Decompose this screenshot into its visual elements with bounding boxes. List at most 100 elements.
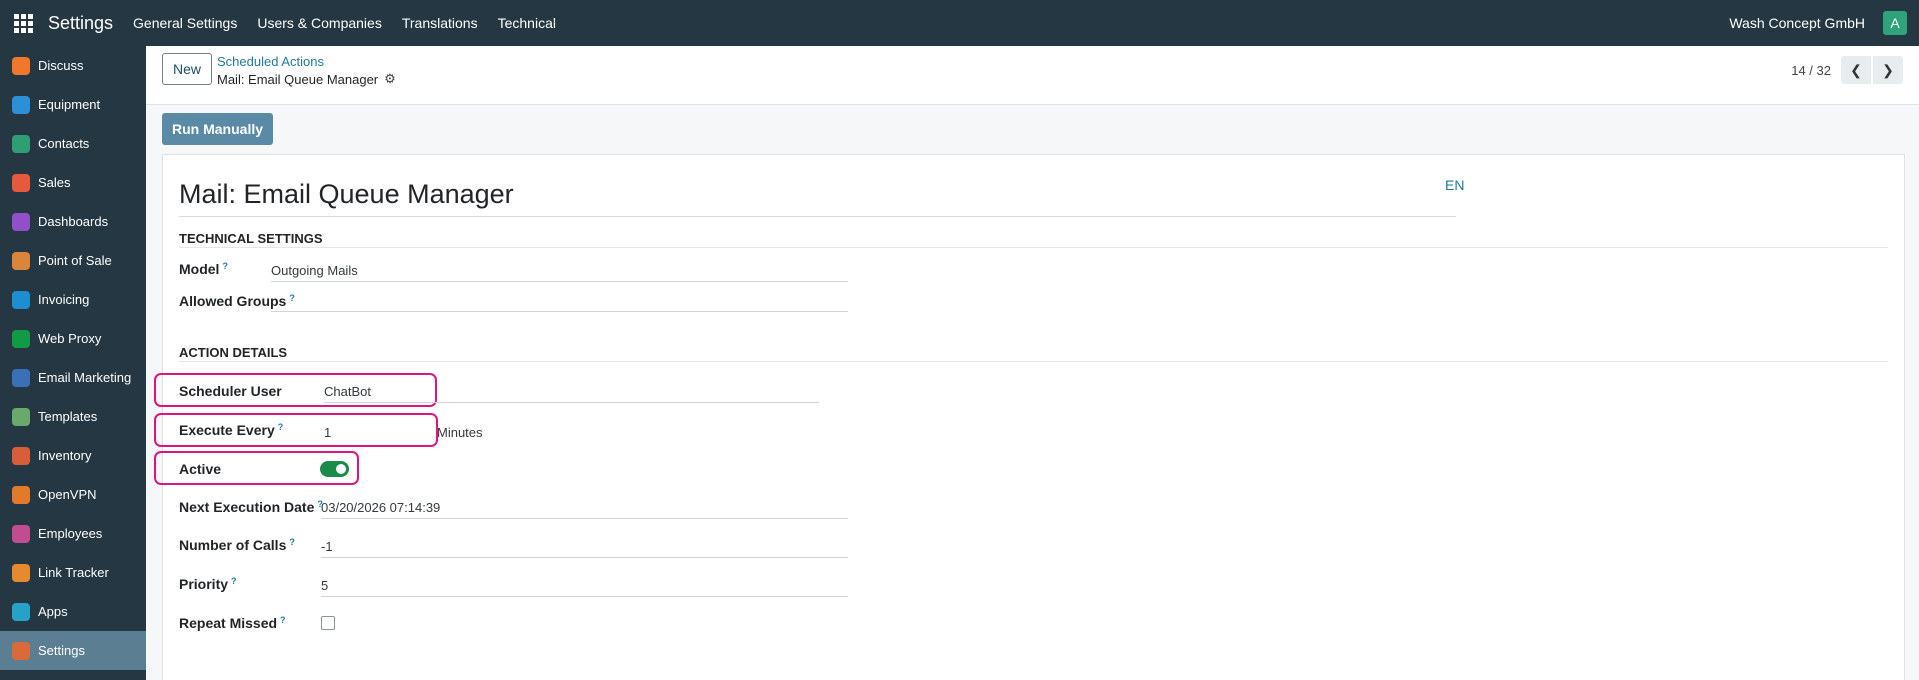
top-menu: General Settings Users & Companies Trans… (133, 15, 576, 31)
allowed-groups-field[interactable] (271, 290, 848, 312)
sidebar-item-equipment[interactable]: Equipment (0, 85, 146, 124)
menu-users-companies[interactable]: Users & Companies (257, 15, 382, 31)
sidebar-item-link-tracker[interactable]: Link Tracker (0, 553, 146, 592)
menu-translations[interactable]: Translations (402, 15, 478, 31)
sidebar-item-openvpn[interactable]: OpenVPN (0, 475, 146, 514)
gear-icon[interactable]: ⚙ (384, 71, 396, 87)
execute-every-number-field[interactable]: 1 (324, 422, 424, 444)
technical-settings-heading: TECHNICAL SETTINGS (179, 231, 323, 246)
menu-general-settings[interactable]: General Settings (133, 15, 237, 31)
priority-field[interactable]: 5 (321, 575, 848, 597)
repeat-missed-label-text: Repeat Missed (179, 615, 278, 631)
sidebar-item-discuss[interactable]: Discuss (0, 46, 146, 85)
next-execution-date-field[interactable]: 03/20/2026 07:14:39 (321, 497, 848, 519)
model-label-text: Model (179, 261, 220, 277)
inventory-icon (12, 446, 30, 465)
help-icon[interactable]: ? (280, 615, 286, 625)
email-marketing-icon (12, 368, 30, 387)
breadcrumb-current: Mail: Email Queue Manager ⚙ (217, 71, 396, 87)
control-panel: New Scheduled Actions Mail: Email Queue … (146, 46, 1919, 105)
pager-value[interactable]: 14 / 32 (1791, 63, 1831, 78)
next-execution-date-label-text: Next Execution Date (179, 499, 315, 515)
sidebar-item-sales[interactable]: Sales (0, 163, 146, 202)
sidebar-item-label: Templates (38, 409, 98, 424)
user-avatar[interactable]: A (1883, 11, 1907, 35)
sidebar-item-apps[interactable]: Apps (0, 592, 146, 631)
apps-icon (12, 602, 30, 621)
repeat-missed-checkbox[interactable] (321, 616, 335, 630)
number-of-calls-label: Number of Calls? (179, 537, 295, 553)
sidebar-item-label: Inventory (38, 448, 92, 463)
priority-label: Priority? (179, 576, 237, 592)
top-navbar: Settings General Settings Users & Compan… (0, 0, 1919, 46)
sidebar-item-point-of-sale[interactable]: Point of Sale (0, 241, 146, 280)
chevron-right-icon: ❯ (1882, 61, 1894, 78)
openvpn-icon (12, 485, 30, 504)
sidebar-item-templates[interactable]: Templates (0, 397, 146, 436)
company-switcher[interactable]: Wash Concept GmbH (1729, 15, 1865, 31)
invoicing-icon (12, 290, 30, 309)
form-sheet: Mail: Email Queue Manager EN TECHNICAL S… (154, 154, 1905, 680)
sidebar-item-contacts[interactable]: Contacts (0, 124, 146, 163)
scheduler-user-field[interactable]: ChatBot (324, 381, 819, 403)
action-details-heading: ACTION DETAILS (179, 345, 288, 360)
run-manually-button[interactable]: Run Manually (162, 113, 274, 145)
number-of-calls-label-text: Number of Calls (179, 537, 287, 553)
sidebar-item-label: Point of Sale (38, 253, 112, 268)
help-icon[interactable]: ? (222, 261, 228, 271)
help-icon[interactable]: ? (231, 576, 237, 586)
section-divider (179, 361, 1888, 362)
repeat-missed-label: Repeat Missed? (179, 615, 286, 631)
sidebar-item-inventory[interactable]: Inventory (0, 436, 146, 475)
sidebar-item-label: Invoicing (38, 292, 90, 307)
pager-previous-button[interactable]: ❮ (1841, 56, 1871, 84)
sidebar-item-dashboards[interactable]: Dashboards (0, 202, 146, 241)
sidebar-item-label: Discuss (38, 58, 84, 73)
web-proxy-icon (12, 329, 30, 348)
sales-icon (12, 173, 30, 192)
help-icon[interactable]: ? (289, 537, 295, 547)
menu-technical[interactable]: Technical (498, 15, 556, 31)
sidebar-item-label: Sales (38, 175, 71, 190)
breadcrumb-parent[interactable]: Scheduled Actions (217, 54, 324, 69)
action-name-field[interactable]: Mail: Email Queue Manager (179, 179, 1456, 217)
number-of-calls-field[interactable]: -1 (321, 536, 848, 558)
sidebar-item-label: Contacts (38, 136, 90, 151)
discuss-icon (12, 56, 30, 75)
point-of-sale-icon (12, 251, 30, 270)
sidebar-item-label: Web Proxy (38, 331, 102, 346)
apps-menu-icon[interactable] (0, 0, 46, 46)
sidebar-item-label: Settings (38, 643, 85, 658)
form-view: Run Manually Mail: Email Queue Manager E… (146, 105, 1919, 680)
app-name[interactable]: Settings (48, 13, 113, 34)
language-button[interactable]: EN (1445, 177, 1464, 193)
next-execution-date-label: Next Execution Date? (179, 499, 323, 515)
sidebar-item-email-marketing[interactable]: Email Marketing (0, 358, 146, 397)
section-divider (179, 247, 1888, 248)
link-tracker-icon (12, 563, 30, 582)
execute-every-label-text: Execute Every (179, 422, 275, 438)
sidebar-item-web-proxy[interactable]: Web Proxy (0, 319, 146, 358)
sidebar-item-settings[interactable]: Settings (0, 631, 146, 670)
chevron-left-icon: ❮ (1850, 61, 1862, 78)
sidebar-item-label: Link Tracker (38, 565, 109, 580)
templates-icon (12, 407, 30, 426)
dashboards-icon (12, 212, 30, 231)
sidebar-item-label: Apps (38, 604, 68, 619)
execute-every-unit-select[interactable]: Minutes (437, 422, 517, 444)
model-field[interactable]: Outgoing Mails (271, 260, 848, 282)
breadcrumb-current-label: Mail: Email Queue Manager (217, 71, 379, 87)
help-icon[interactable]: ? (278, 422, 284, 432)
scheduler-user-label: Scheduler User (179, 383, 282, 399)
model-label: Model? (179, 261, 228, 277)
equipment-icon (12, 95, 30, 114)
employees-icon (12, 524, 30, 543)
app-sidebar: Discuss Equipment Contacts Sales Dashboa… (0, 46, 146, 680)
new-button[interactable]: New (162, 53, 213, 85)
sidebar-item-employees[interactable]: Employees (0, 514, 146, 553)
pager-next-button[interactable]: ❯ (1873, 56, 1903, 84)
sidebar-item-label: Employees (38, 526, 103, 541)
active-toggle[interactable] (320, 461, 349, 477)
sidebar-item-invoicing[interactable]: Invoicing (0, 280, 146, 319)
active-label: Active (179, 461, 222, 477)
